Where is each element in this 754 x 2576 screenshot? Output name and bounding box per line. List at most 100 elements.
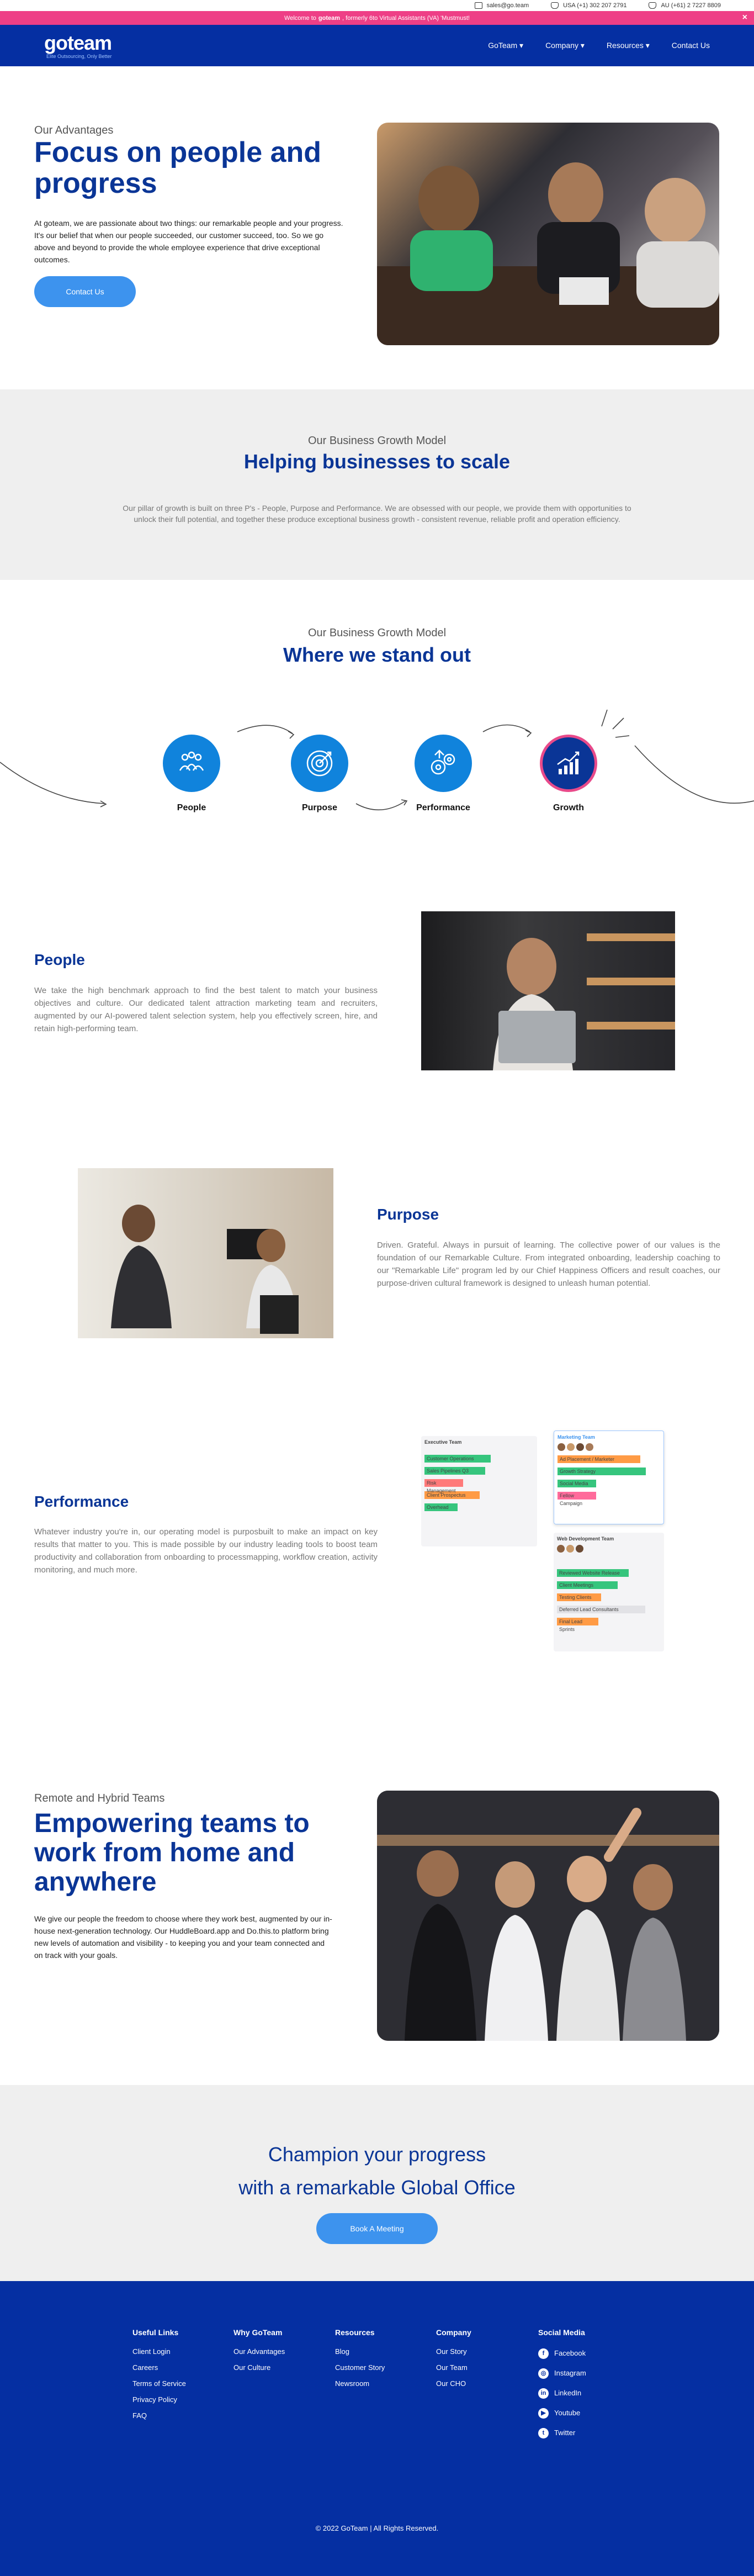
team-meeting-photo [377, 123, 719, 345]
growth-chart-icon [540, 735, 597, 792]
nav-item-resources[interactable]: Resources ▾ [607, 41, 650, 50]
linkedin-icon: in [538, 2388, 549, 2399]
growth-title: Helping businesses to scale [243, 450, 511, 473]
people-body: We take the high benchmark approach to f… [34, 986, 378, 1033]
nav-item-contact[interactable]: Contact Us [672, 41, 710, 50]
social-facebook[interactable]: f Facebook [538, 2343, 586, 2363]
performance-body: Whatever industry you're in, our operati… [34, 1527, 378, 1575]
standout-section: Our Business Growth Model Where we stand… [0, 580, 754, 856]
champion-line-2: with a remarkable Global Office [238, 2176, 516, 2199]
email-contact[interactable]: sales@go.team [474, 2, 529, 9]
footer-link[interactable]: Our Story [436, 2343, 471, 2359]
social-youtube[interactable]: ▶ Youtube [538, 2403, 586, 2423]
footer-link[interactable]: Our Team [436, 2359, 471, 2376]
performance-title: Performance [34, 1493, 129, 1510]
email-text: sales@go.team [486, 2, 529, 9]
promo-banner: Welcome to goteam , formerly 6to Virtual… [0, 11, 754, 25]
pillar-growth: Growth [527, 735, 610, 813]
standout-title: Where we stand out [283, 643, 471, 666]
footer-link[interactable]: Our Advantages [233, 2343, 285, 2359]
promo-suffix: , formerly 6to Virtual Assistants (VA) '… [342, 14, 470, 22]
footer-col-why-goteam: Why GoTeam Our Advantages Our Culture [233, 2328, 285, 2376]
web-development-board: Web Development Team Reviewed Website Re… [554, 1533, 664, 1651]
footer-col-social: Social Media f Facebook ◎ Instagram in Link… [538, 2328, 586, 2443]
target-icon [291, 735, 348, 792]
growth-description: Our pillar of growth is built on three P… [123, 504, 631, 524]
phone-icon [649, 2, 657, 9]
nav-item-company[interactable]: Company ▾ [545, 41, 585, 50]
usa-phone-contact[interactable]: USA (+1) 302 207 2791 [551, 2, 626, 9]
footer-link[interactable]: FAQ [132, 2408, 186, 2424]
footer-link[interactable]: Our Culture [233, 2359, 285, 2376]
pillar-label: People [177, 803, 206, 812]
advantages-section: Our Advantages Focus on people and progr… [0, 66, 754, 389]
logo[interactable]: goteam Elite Outsourcing, Only Better [44, 31, 112, 59]
copyright: © 2022 GoTeam | All Rights Reserved. [315, 2524, 439, 2532]
au-phone-contact[interactable]: AU (+61) 2 7227 8809 [649, 2, 721, 9]
advantages-eyebrow: Our Advantages [34, 124, 114, 136]
executive-team-board: Executive Team Customer Operations Sales… [421, 1436, 537, 1546]
footer-heading: Social Media [538, 2328, 585, 2337]
social-instagram[interactable]: ◎ Instagram [538, 2363, 586, 2383]
footer-heading: Company [436, 2328, 471, 2337]
purpose-photo [78, 1168, 333, 1338]
champion-line-1: Champion your progress [268, 2143, 486, 2166]
purpose-title: Purpose [377, 1206, 439, 1223]
champion-section: Champion your progress with a remarkable… [0, 2085, 754, 2281]
purpose-body: Driven. Grateful. Always in pursuit of l… [377, 1241, 720, 1288]
footer-link[interactable]: Terms of Service [132, 2376, 186, 2392]
huddleboard-mockup: Executive Team Customer Operations Sales… [421, 1430, 670, 1657]
growth-model-section: Our Business Growth Model Helping busine… [0, 389, 754, 580]
footer-col-useful-links: Useful Links Client Login Careers Terms … [132, 2328, 186, 2424]
footer-link[interactable]: Newsroom [335, 2376, 385, 2392]
nav-item-goteam[interactable]: GoTeam ▾ [488, 41, 523, 50]
growth-arrows [0, 709, 754, 811]
social-linkedin[interactable]: in LinkedIn [538, 2383, 586, 2403]
footer-heading: Useful Links [132, 2328, 179, 2337]
promo-brand: goteam [318, 14, 341, 22]
marketing-team-board: Marketing Team Ad Placement / Marketer G… [554, 1430, 664, 1524]
footer-col-company: Company Our Story Our Team Our CHO [436, 2328, 471, 2392]
pillar-performance: Performance [402, 735, 485, 813]
remote-section: Remote and Hybrid Teams Empowering teams… [0, 1748, 754, 2085]
footer: Useful Links Client Login Careers Terms … [0, 2281, 754, 2576]
mail-icon [474, 2, 482, 9]
advantages-title: Focus on people and progress [34, 136, 322, 199]
remote-body: We give our people the freedom to choose… [34, 1914, 332, 1960]
people-icon [163, 735, 220, 792]
promo-prefix: Welcome to [284, 14, 316, 22]
pillar-purpose: Purpose [278, 735, 361, 813]
twitter-icon: t [538, 2427, 549, 2438]
footer-link[interactable]: Privacy Policy [132, 2392, 186, 2408]
logo-tagline: Elite Outsourcing, Only Better [46, 53, 112, 59]
gears-icon [415, 735, 472, 792]
people-title: People [34, 951, 85, 968]
remote-eyebrow: Remote and Hybrid Teams [34, 1792, 165, 1804]
close-icon[interactable]: × [742, 13, 747, 23]
logo-wordmark: goteam [44, 31, 112, 54]
phone-icon [551, 2, 559, 9]
footer-link[interactable]: Blog [335, 2343, 385, 2359]
au-phone-text: AU (+61) 2 7227 8809 [661, 2, 721, 9]
footer-link[interactable]: Client Login [132, 2343, 186, 2359]
footer-heading: Resources [335, 2328, 375, 2337]
team-celebration-photo [377, 1791, 719, 2041]
standout-eyebrow: Our Business Growth Model [307, 627, 447, 639]
footer-link[interactable]: Customer Story [335, 2359, 385, 2376]
pillar-people: People [150, 735, 233, 813]
social-twitter[interactable]: t Twitter [538, 2423, 586, 2443]
footer-link[interactable]: Careers [132, 2359, 186, 2376]
growth-eyebrow: Our Business Growth Model [307, 435, 447, 447]
advantages-body: At goteam, we are passionate about two t… [34, 219, 343, 264]
pillar-label: Growth [553, 803, 584, 812]
pillar-label: Purpose [301, 803, 337, 812]
nav-menu: GoTeam ▾ Company ▾ Resources ▾ Contact U… [488, 41, 710, 50]
contact-us-button[interactable]: Contact Us [34, 276, 136, 307]
book-meeting-button[interactable]: Book A Meeting [316, 2213, 438, 2244]
footer-link[interactable]: Our CHO [436, 2376, 471, 2392]
footer-heading: Why GoTeam [233, 2328, 283, 2337]
facebook-icon: f [538, 2348, 549, 2359]
pillar-label: Performance [416, 803, 470, 812]
youtube-icon: ▶ [538, 2408, 549, 2419]
instagram-icon: ◎ [538, 2368, 549, 2379]
